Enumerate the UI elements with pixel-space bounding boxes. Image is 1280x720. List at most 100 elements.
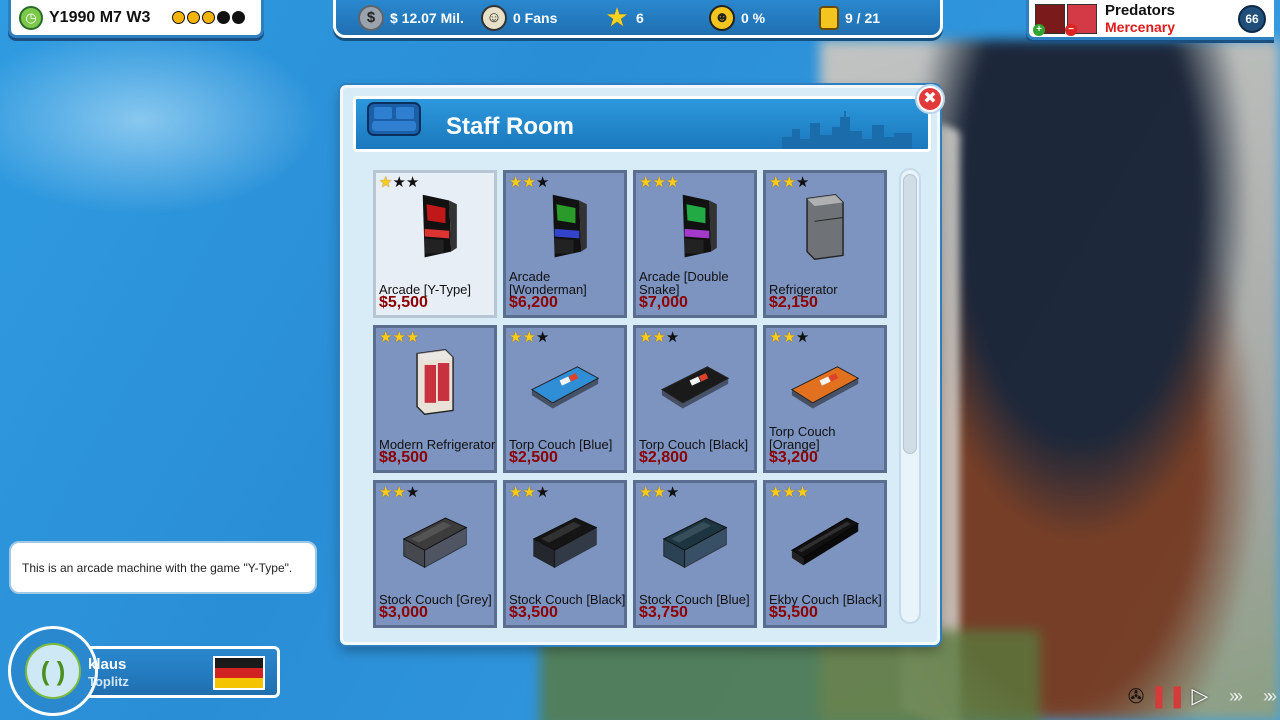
- item-rating: ★ ★ ★: [379, 485, 419, 500]
- shop-item-card[interactable]: ★ ★ ★ Stock Couch [Black] $3,500: [503, 480, 627, 628]
- player-emblem: ( ): [8, 626, 98, 716]
- shop-item-card[interactable]: ★ ★ ★ Stock Couch [Blue] $3,750: [633, 480, 757, 628]
- sofa-long-icon: [791, 517, 860, 566]
- rating-star-icon: ★: [522, 329, 536, 346]
- fridge-grey-icon: [806, 194, 844, 260]
- rating-star-icon: ★: [405, 484, 420, 501]
- shop-item-card[interactable]: ★ ★ ★ Torp Couch [Orange] $3,200: [763, 325, 887, 473]
- couch-black-icon: [660, 366, 730, 409]
- arcade-blue-icon: [552, 194, 587, 258]
- item-rating: ★ ★ ★: [769, 330, 809, 345]
- rating-star-icon: ★: [639, 484, 653, 501]
- rating-star-icon: ★: [405, 329, 420, 346]
- rating-star-icon: ★: [392, 329, 406, 346]
- item-name: Arcade [Double Snake]: [639, 269, 729, 297]
- speed-indicator[interactable]: [172, 11, 246, 24]
- rating-star-icon: ★: [509, 484, 523, 501]
- hacker-icon: ☻: [709, 4, 735, 31]
- pause-icon[interactable]: ❚❚: [1150, 682, 1187, 710]
- star-icon: ★: [605, 2, 629, 32]
- rating-star-icon: ★: [522, 484, 536, 501]
- shop-item-card[interactable]: ★ ★ ★ Arcade [Double Snake] $7,000: [633, 170, 757, 318]
- scrollbar-thumb[interactable]: [903, 174, 917, 454]
- money-value: $ 12.07 Mil.: [390, 9, 464, 26]
- rating-star-icon: ★: [795, 484, 810, 501]
- sofa-black-icon: [532, 517, 598, 569]
- item-price: $6,200: [509, 294, 558, 311]
- shop-item-card[interactable]: ★ ★ ★ Arcade [Wonderman] $6,200: [503, 170, 627, 318]
- player-panel[interactable]: ( ) klaus Toplitz: [8, 626, 280, 718]
- item-rating: ★ ★ ★: [769, 175, 809, 190]
- rating-star-icon: ★: [652, 174, 666, 191]
- lock-icon: [819, 5, 839, 30]
- clock-icon: ◷: [19, 5, 43, 30]
- rating-star-icon: ★: [392, 174, 406, 191]
- shop-item-card[interactable]: ★ ★ ★ Refrigerator $2,150: [763, 170, 887, 318]
- item-price: $8,500: [379, 449, 428, 466]
- shop-item-card[interactable]: ★ ★ ★ Stock Couch [Grey] $3,000: [373, 480, 497, 628]
- rating-star-icon: ★: [392, 484, 406, 501]
- rating-star-icon: ★: [522, 174, 536, 191]
- item-price: $3,750: [639, 604, 688, 621]
- rating-star-icon: ★: [782, 329, 796, 346]
- flag-stripe: [215, 667, 263, 678]
- item-rating: ★ ★ ★: [509, 485, 549, 500]
- item-name: Torp Couch [Orange]: [769, 424, 836, 452]
- shop-item-card[interactable]: ★ ★ ★ Modern Refrigerator $8,500: [373, 325, 497, 473]
- item-price: $3,000: [379, 604, 428, 621]
- rating-star-icon: ★: [769, 484, 783, 501]
- arcade-green-icon: [682, 194, 717, 258]
- speed-dot: [187, 11, 201, 24]
- flag-icon: [213, 656, 265, 690]
- speed-dot: [217, 11, 231, 24]
- item-rating: ★ ★ ★: [379, 330, 419, 345]
- hack-stat: ☻ 0 %: [709, 4, 819, 31]
- rating-star-icon: ★: [379, 484, 393, 501]
- shop-item-card[interactable]: ★ ★ ★ Torp Couch [Black] $2,800: [633, 325, 757, 473]
- minus-icon: −: [1065, 23, 1077, 36]
- fastest-forward-icon[interactable]: »»: [1252, 682, 1280, 710]
- rating-star-icon: ★: [639, 329, 653, 346]
- shop-item-card[interactable]: ★ ★ ★ Arcade [Y-Type] $5,500: [373, 170, 497, 318]
- item-description-tooltip: This is an arcade machine with the game …: [9, 541, 317, 594]
- item-price: $2,800: [639, 449, 688, 466]
- hack-value: 0 %: [741, 9, 766, 26]
- rating-star-icon: ★: [639, 174, 653, 191]
- flag-stripe: [215, 677, 263, 688]
- fast-forward-icon[interactable]: »»: [1218, 682, 1248, 710]
- rating-star-icon: ★: [782, 484, 796, 501]
- shop-item-card[interactable]: ★ ★ ★ Ekby Couch [Black] $5,500: [763, 480, 887, 628]
- item-rating: ★ ★ ★: [639, 175, 679, 190]
- stats-panel: $ $ 12.07 Mil. ☺ 0 Fans ★ 6 ☻ 0 % 9 / 21: [333, 0, 943, 38]
- team-panel[interactable]: + − Predators Mercenary 66: [1026, 0, 1274, 40]
- level-badge: 66: [1238, 4, 1266, 33]
- skyline-icon: [782, 111, 912, 149]
- tooltip-text: This is an arcade machine with the game …: [22, 560, 293, 575]
- stars-stat: ★ 6: [604, 2, 709, 32]
- rating-star-icon: ★: [535, 329, 550, 346]
- fans-value: 0 Fans: [513, 9, 558, 26]
- item-rating: ★ ★ ★: [379, 175, 419, 190]
- couch-blue-icon: [530, 366, 600, 409]
- close-button[interactable]: ✖: [915, 84, 945, 114]
- item-price: $2,500: [509, 449, 558, 466]
- rating-star-icon: ★: [535, 174, 550, 191]
- shop-item-card[interactable]: ★ ★ ★ Torp Couch [Blue] $2,500: [503, 325, 627, 473]
- item-rating: ★ ★ ★: [769, 485, 809, 500]
- item-price: $3,200: [769, 449, 818, 466]
- rating-star-icon: ★: [509, 174, 523, 191]
- item-rating: ★ ★ ★: [639, 485, 679, 500]
- film-reel-icon[interactable]: ✇: [1122, 682, 1150, 710]
- rating-star-icon: ★: [652, 329, 666, 346]
- play-icon[interactable]: ▷: [1186, 682, 1214, 710]
- arcade-red-icon: [422, 194, 457, 258]
- item-price: $7,000: [639, 294, 688, 311]
- fridge-red-icon: [416, 349, 454, 415]
- rating-star-icon: ★: [665, 484, 680, 501]
- speed-dot: [172, 11, 186, 24]
- sofa-grey-icon: [402, 517, 468, 569]
- item-price: $5,500: [769, 604, 818, 621]
- rating-star-icon: ★: [509, 329, 523, 346]
- rating-star-icon: ★: [795, 174, 810, 191]
- scrollbar[interactable]: [899, 168, 921, 624]
